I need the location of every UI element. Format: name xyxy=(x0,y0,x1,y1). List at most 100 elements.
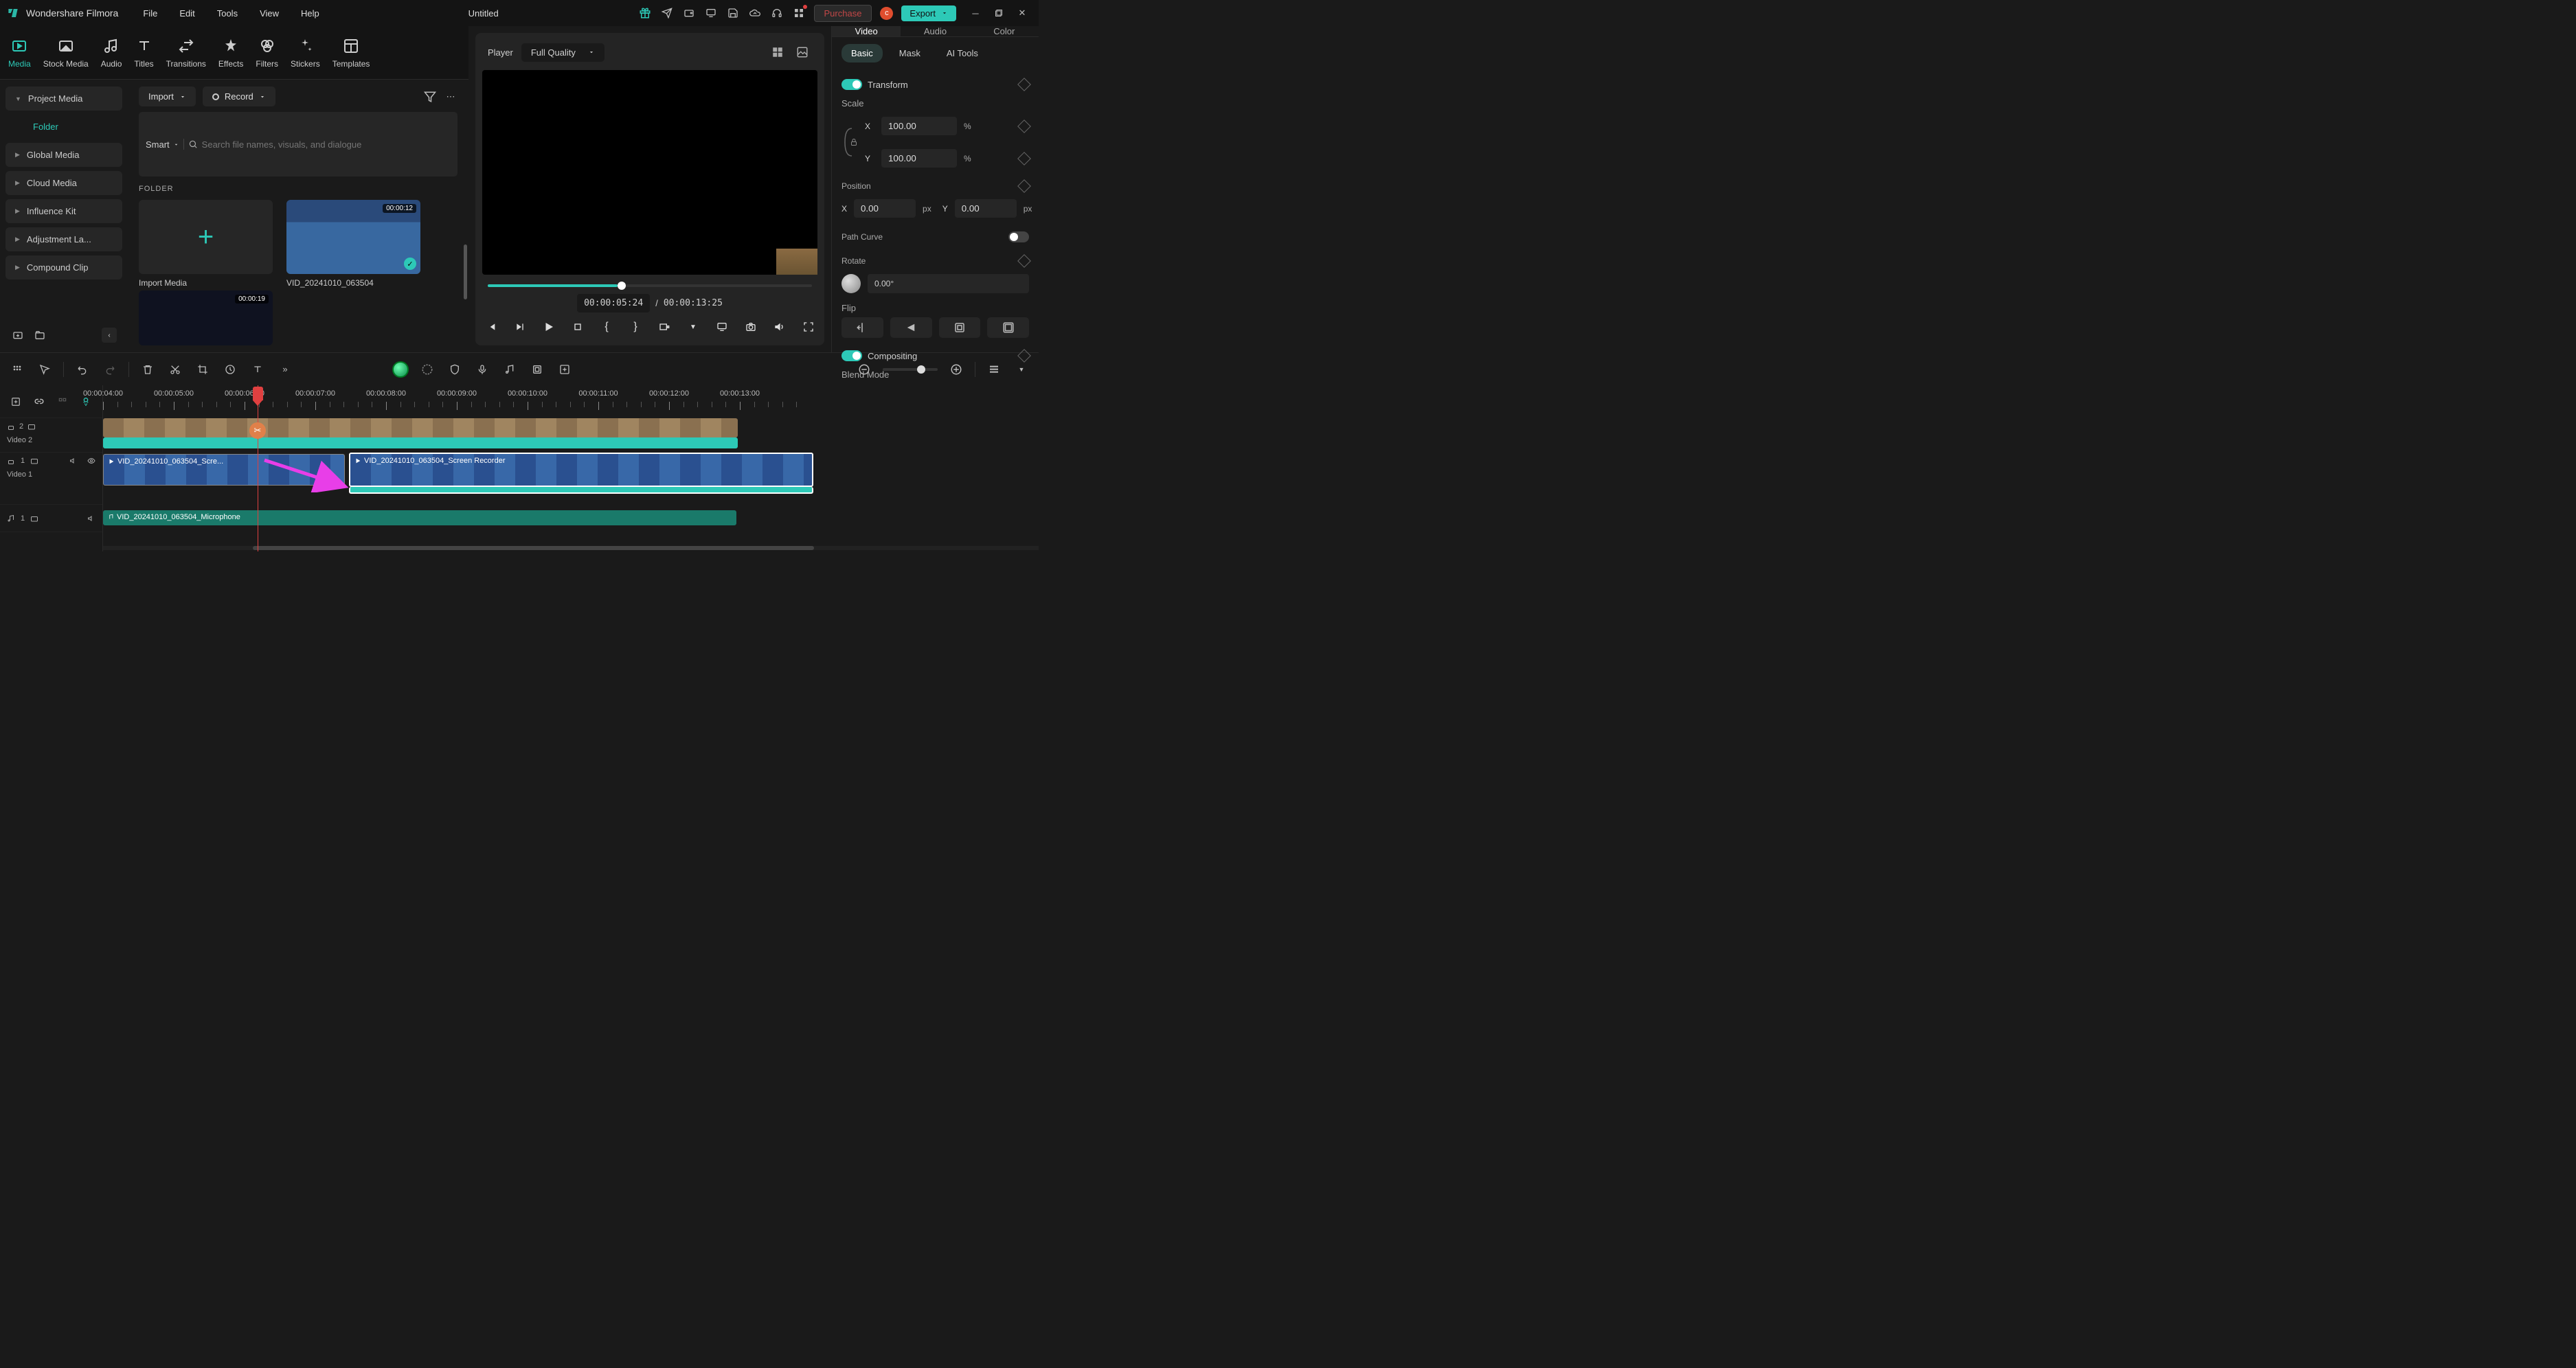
keyframe-icon[interactable] xyxy=(1017,179,1031,193)
zoom-slider[interactable] xyxy=(883,368,938,371)
media-clip-2[interactable]: 00:00:19 xyxy=(139,290,273,345)
ratio-button[interactable] xyxy=(655,318,673,336)
tab-stock-media[interactable]: Stock Media xyxy=(42,33,90,73)
audio-mix-icon[interactable] xyxy=(501,361,519,378)
sidebar-item-adjustment[interactable]: ▶Adjustment La... xyxy=(5,227,122,251)
flip-h-button[interactable] xyxy=(841,317,883,338)
marker-icon[interactable] xyxy=(528,361,546,378)
menu-tools[interactable]: Tools xyxy=(207,4,247,23)
record-dropdown[interactable]: Record xyxy=(203,87,275,106)
speed-button[interactable] xyxy=(221,361,239,378)
fit-button[interactable] xyxy=(939,317,981,338)
track-v2[interactable] xyxy=(103,418,1039,450)
display-button[interactable] xyxy=(713,318,731,336)
folder-icon[interactable] xyxy=(30,457,38,465)
import-dropdown[interactable]: Import xyxy=(139,87,196,106)
wallet-icon[interactable] xyxy=(682,6,696,20)
text-button[interactable] xyxy=(249,361,267,378)
apps-icon[interactable] xyxy=(792,6,806,20)
folder-icon[interactable] xyxy=(30,514,38,523)
clip-v1-b[interactable]: VID_20241010_063504_Screen Recorder xyxy=(349,453,813,487)
keyframe-icon[interactable] xyxy=(1017,78,1031,91)
shield-icon[interactable] xyxy=(446,361,464,378)
keyframe-icon[interactable] xyxy=(1017,119,1031,133)
mute-icon[interactable] xyxy=(87,514,95,523)
purchase-button[interactable]: Purchase xyxy=(814,5,872,22)
track-head-a1[interactable]: 1 xyxy=(0,505,102,532)
snapshot-button[interactable] xyxy=(742,318,760,336)
menu-edit[interactable]: Edit xyxy=(170,4,204,23)
sidebar-item-cloud-media[interactable]: ▶Cloud Media xyxy=(5,171,122,195)
ratio-dropdown[interactable]: ▼ xyxy=(684,318,702,336)
new-folder-icon[interactable] xyxy=(11,328,25,342)
step-back-button[interactable] xyxy=(511,318,529,336)
sidebar-item-folder[interactable]: Folder xyxy=(5,115,122,139)
grid-icon[interactable] xyxy=(8,361,26,378)
new-bin-icon[interactable] xyxy=(33,328,47,342)
fill-button[interactable] xyxy=(987,317,1029,338)
lock-icon[interactable] xyxy=(850,138,858,146)
clip-v2[interactable] xyxy=(103,418,738,437)
track-head-v1[interactable]: 1 Video 1 xyxy=(0,453,102,505)
collapse-button[interactable]: ‹ xyxy=(102,328,117,343)
magnet-icon[interactable] xyxy=(54,393,71,411)
ai-button[interactable] xyxy=(392,361,409,378)
add-icon[interactable] xyxy=(556,361,574,378)
more-icon[interactable]: ⋯ xyxy=(444,90,457,104)
keyframe-icon[interactable] xyxy=(1017,254,1031,268)
fullscreen-button[interactable] xyxy=(800,318,817,336)
quality-dropdown[interactable]: Full Quality xyxy=(521,43,605,62)
play-button[interactable] xyxy=(540,318,558,336)
image-view-icon[interactable] xyxy=(793,43,812,62)
clip-v1-b-audio[interactable] xyxy=(349,487,813,494)
right-tab-video[interactable]: Video xyxy=(832,26,901,36)
folder-icon[interactable] xyxy=(27,422,36,431)
add-track-icon[interactable] xyxy=(7,393,25,411)
view-mode-button[interactable] xyxy=(985,361,1003,378)
search-input[interactable] xyxy=(202,139,451,150)
undo-button[interactable] xyxy=(74,361,91,378)
pos-y-input[interactable] xyxy=(955,199,1017,218)
keyframe-icon[interactable] xyxy=(1017,152,1031,166)
expand-icon[interactable]: » xyxy=(276,361,294,378)
smart-dropdown[interactable]: Smart xyxy=(146,139,179,150)
current-time[interactable]: 00:00:05:24 xyxy=(577,294,650,312)
sidebar-item-influence-kit[interactable]: ▶Influence Kit xyxy=(5,199,122,223)
volume-button[interactable] xyxy=(771,318,789,336)
pathcurve-toggle[interactable] xyxy=(1008,231,1029,242)
mute-icon[interactable] xyxy=(69,457,78,465)
stop-button[interactable] xyxy=(569,318,587,336)
right-tab-audio[interactable]: Audio xyxy=(901,26,969,36)
sidebar-item-project-media[interactable]: ▼Project Media xyxy=(5,87,122,111)
send-icon[interactable] xyxy=(660,6,674,20)
redo-button[interactable] xyxy=(101,361,119,378)
menu-file[interactable]: File xyxy=(133,4,167,23)
tab-media[interactable]: Media xyxy=(7,33,32,73)
crop-button[interactable] xyxy=(194,361,212,378)
transform-toggle[interactable] xyxy=(841,79,862,90)
scissors-icon[interactable]: ✂ xyxy=(249,422,266,439)
flip-v-button[interactable] xyxy=(890,317,932,338)
select-icon[interactable] xyxy=(36,361,54,378)
subtab-mask[interactable]: Mask xyxy=(890,44,930,62)
scrollbar-thumb[interactable] xyxy=(464,244,467,299)
cut-button[interactable] xyxy=(166,361,184,378)
h-scrollbar[interactable] xyxy=(103,546,1039,550)
tab-templates[interactable]: Templates xyxy=(331,33,372,73)
delete-button[interactable] xyxy=(139,361,157,378)
view-dropdown[interactable]: ▼ xyxy=(1013,361,1030,378)
grid-view-icon[interactable] xyxy=(768,43,787,62)
zoom-in-button[interactable] xyxy=(947,361,965,378)
media-clip-1[interactable]: 00:00:12✓ VID_20241010_063504 xyxy=(286,200,420,288)
menu-help[interactable]: Help xyxy=(291,4,329,23)
mark-in-button[interactable]: { xyxy=(598,318,615,336)
ruler[interactable]: 00:00:04:0000:00:05:0000:00:06:0000:00:0… xyxy=(103,385,1039,418)
seek-bar[interactable] xyxy=(488,284,812,287)
filter-icon[interactable] xyxy=(423,90,437,104)
tab-effects[interactable]: Effects xyxy=(217,33,245,73)
pos-x-input[interactable] xyxy=(854,199,916,218)
subtab-ai[interactable]: AI Tools xyxy=(937,44,988,62)
video-preview[interactable] xyxy=(482,70,817,275)
scale-x-input[interactable] xyxy=(881,117,957,135)
sidebar-item-global-media[interactable]: ▶Global Media xyxy=(5,143,122,167)
